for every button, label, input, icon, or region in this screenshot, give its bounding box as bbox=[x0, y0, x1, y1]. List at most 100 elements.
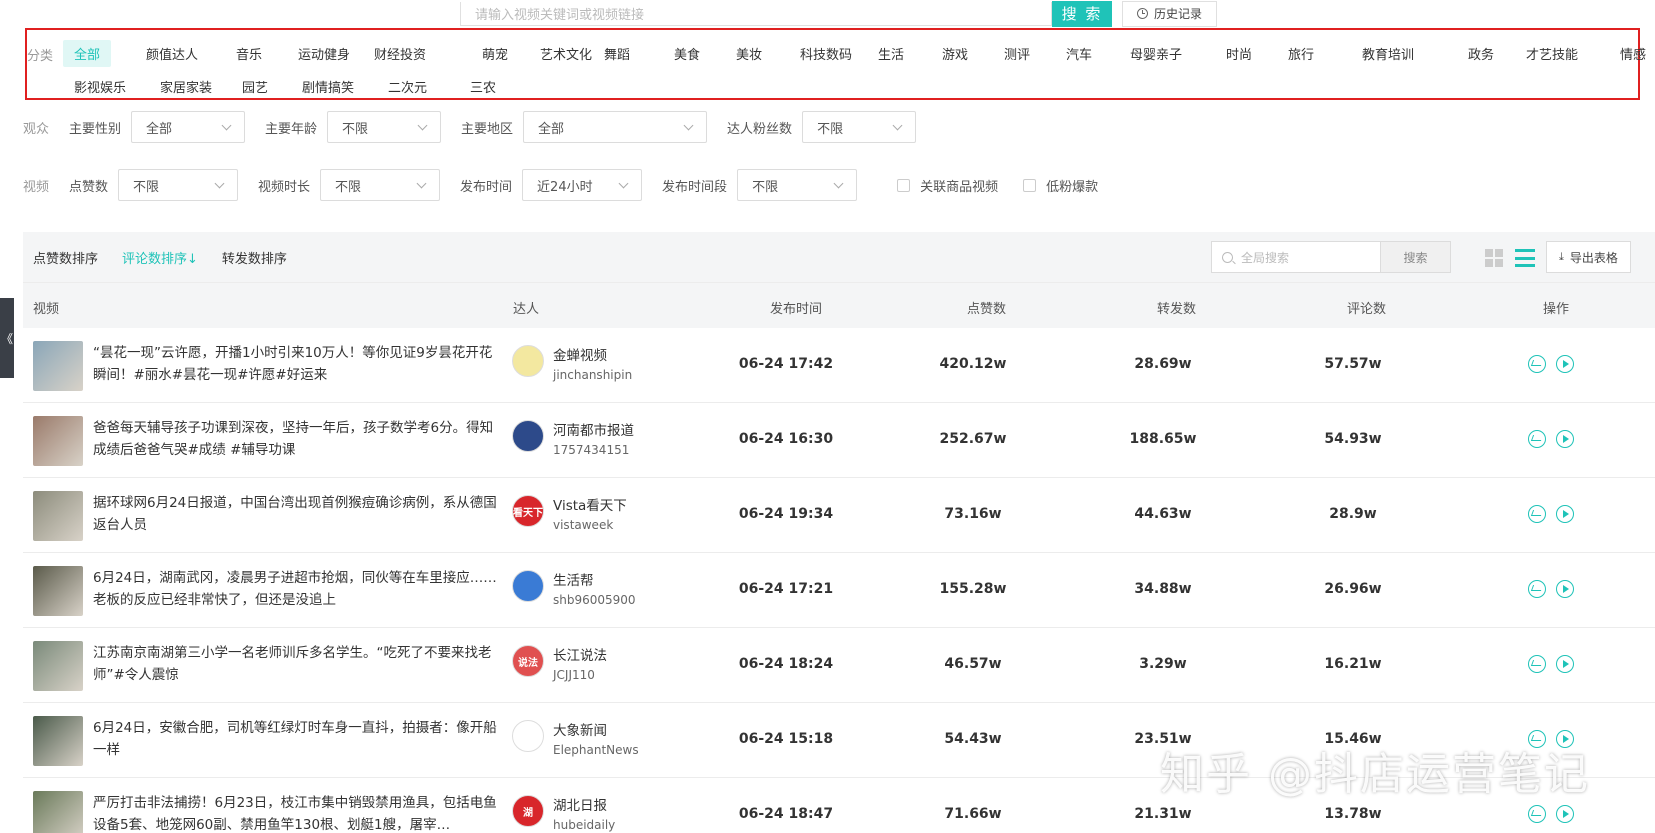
play-icon[interactable] bbox=[1556, 805, 1574, 823]
creator-avatar[interactable] bbox=[512, 420, 544, 452]
gender-select[interactable]: 全部 bbox=[131, 111, 246, 143]
low-fans-hit-label: 低粉爆款 bbox=[1046, 179, 1099, 195]
low-fans-hit-checkbox[interactable]: 低粉爆款 bbox=[1023, 176, 1098, 195]
video-title[interactable]: 6月24日，安徽合肥，司机等红绿灯时车身一直抖，拍摄者：像开船一样 bbox=[93, 717, 503, 761]
video-thumbnail[interactable] bbox=[33, 491, 83, 541]
cat2-item[interactable]: 剧情搞笑 bbox=[291, 73, 365, 100]
creator-avatar[interactable]: 说法 bbox=[512, 645, 544, 677]
creator-avatar[interactable] bbox=[512, 720, 544, 752]
cat1-item[interactable]: 测评 bbox=[993, 40, 1041, 67]
video-thumbnail[interactable] bbox=[33, 791, 83, 833]
cat1-item[interactable]: 艺术文化 bbox=[529, 40, 603, 67]
cat1-item[interactable]: 游戏 bbox=[931, 40, 979, 67]
video-title[interactable]: 据环球网6月24日报道，中国台湾出现首例猴痘确诊病例，系从德国返台人员 bbox=[93, 492, 503, 536]
cat1-item[interactable]: 舞蹈 bbox=[593, 40, 641, 67]
publish-period-select[interactable]: 不限 bbox=[737, 169, 858, 201]
cat1-item[interactable]: 音乐 bbox=[225, 40, 273, 67]
global-search-button[interactable]: 搜索 bbox=[1381, 241, 1451, 273]
cat1-item[interactable]: 母婴亲子 bbox=[1119, 40, 1193, 67]
video-title[interactable]: “昙花一现”云许愿，开播1小时引来10万人！等你见证9岁昙花开花瞬间！#丽水#昙… bbox=[93, 342, 503, 386]
cat2-item[interactable]: 园艺 bbox=[231, 73, 279, 100]
video-title[interactable]: 爸爸每天辅导孩子功课到深夜，坚持一年后，孩子数学考6分。得知成绩后爸爸气哭#成绩… bbox=[93, 417, 503, 461]
cat1-item[interactable]: 美食 bbox=[663, 40, 711, 67]
cat1-item[interactable]: 才艺技能 bbox=[1515, 40, 1589, 67]
cat1-item[interactable]: 全部 bbox=[63, 40, 112, 67]
cat1-item[interactable]: 教育培训 bbox=[1351, 40, 1425, 67]
global-search-input[interactable]: 全局搜索 bbox=[1211, 241, 1381, 273]
creator-name[interactable]: 长江说法 bbox=[553, 644, 607, 664]
cat1-item[interactable]: 生活 bbox=[867, 40, 915, 67]
video-title[interactable]: 江苏南京南湖第三小学一名老师训斥多名学生。“吃死了不要来找老师”#令人震惊 bbox=[93, 642, 503, 686]
trend-chart-icon[interactable] bbox=[1528, 505, 1546, 523]
creator-avatar[interactable] bbox=[512, 345, 544, 377]
likes-label: 点赞数 bbox=[69, 179, 109, 195]
play-icon[interactable] bbox=[1556, 655, 1574, 673]
cat1-item[interactable]: 萌宠 bbox=[471, 40, 519, 67]
video-thumbnail[interactable] bbox=[33, 416, 83, 466]
play-icon[interactable] bbox=[1556, 505, 1574, 523]
creator-name[interactable]: Vista看天下 bbox=[553, 494, 627, 514]
fans-select[interactable]: 不限 bbox=[802, 111, 917, 143]
side-collapse-tab[interactable]: 《 bbox=[0, 298, 14, 378]
list-view-icon[interactable] bbox=[1515, 249, 1535, 267]
cat1-item[interactable]: 时尚 bbox=[1215, 40, 1263, 67]
video-thumbnail[interactable] bbox=[33, 566, 83, 616]
cat2-item[interactable]: 三农 bbox=[459, 73, 507, 100]
video-search-input[interactable]: 请输入视频关键词或视频链接 bbox=[460, 1, 1052, 26]
table-row[interactable]: “昙花一现”云许愿，开播1小时引来10万人！等你见证9岁昙花开花瞬间！#丽水#昙… bbox=[23, 328, 1655, 403]
creator-name[interactable]: 湖北日报 bbox=[553, 794, 607, 814]
creator-avatar[interactable] bbox=[512, 570, 544, 602]
creator-avatar[interactable]: 湖 bbox=[512, 795, 544, 827]
trend-chart-icon[interactable] bbox=[1528, 580, 1546, 598]
creator-name[interactable]: 生活帮 bbox=[553, 569, 594, 589]
sort-likes[interactable]: 点赞数排序 bbox=[33, 248, 98, 267]
video-group-label: 视频 bbox=[23, 179, 50, 195]
export-button[interactable]: ⤓ 导出表格 bbox=[1546, 241, 1631, 273]
cat1-item[interactable]: 美妆 bbox=[725, 40, 773, 67]
region-select[interactable]: 全部 bbox=[523, 111, 708, 143]
history-button[interactable]: 历史记录 bbox=[1122, 0, 1218, 27]
play-icon[interactable] bbox=[1556, 355, 1574, 373]
search-button[interactable]: 搜 索 bbox=[1052, 0, 1112, 27]
cat2-item[interactable]: 家居家装 bbox=[149, 73, 223, 100]
cat1-item[interactable]: 财经投资 bbox=[363, 40, 437, 67]
table-row[interactable]: 爸爸每天辅导孩子功课到深夜，坚持一年后，孩子数学考6分。得知成绩后爸爸气哭#成绩… bbox=[23, 403, 1655, 478]
creator-avatar[interactable]: 看天下 bbox=[512, 495, 544, 527]
cat1-item[interactable]: 情感 bbox=[1609, 40, 1655, 67]
publish-time-select[interactable]: 近24小时 bbox=[522, 169, 643, 201]
cat1-item[interactable]: 政务 bbox=[1457, 40, 1505, 67]
video-title[interactable]: 严厉打击非法捕捞！6月23日，枝江市集中销毁禁用渔具，包括电鱼设备5套、地笼网6… bbox=[93, 792, 503, 833]
checkbox-icon bbox=[897, 178, 911, 192]
cat2-item[interactable]: 二次元 bbox=[377, 73, 438, 100]
sort-shares[interactable]: 转发数排序 bbox=[222, 248, 287, 267]
creator-name[interactable]: 金蝉视频 bbox=[553, 344, 607, 364]
creator-id: 1757434151 bbox=[553, 443, 630, 457]
creator-name[interactable]: 大象新闻 bbox=[553, 719, 607, 739]
video-thumbnail[interactable] bbox=[33, 641, 83, 691]
table-row[interactable]: 6月24日，湖南武冈，凌晨男子进超市抢烟，同伙等在车里接应……老板的反应已经非常… bbox=[23, 553, 1655, 628]
cat2-item[interactable]: 影视娱乐 bbox=[63, 73, 137, 100]
cat1-item[interactable]: 运动健身 bbox=[287, 40, 361, 67]
video-thumbnail[interactable] bbox=[33, 341, 83, 391]
duration-select[interactable]: 不限 bbox=[320, 169, 441, 201]
trend-chart-icon[interactable] bbox=[1528, 805, 1546, 823]
age-select[interactable]: 不限 bbox=[327, 111, 442, 143]
likes-select[interactable]: 不限 bbox=[118, 169, 239, 201]
creator-name[interactable]: 河南都市报道 bbox=[553, 419, 634, 439]
product-video-checkbox[interactable]: 关联商品视频 bbox=[897, 176, 998, 195]
video-title[interactable]: 6月24日，湖南武冈，凌晨男子进超市抢烟，同伙等在车里接应……老板的反应已经非常… bbox=[93, 567, 503, 611]
trend-chart-icon[interactable] bbox=[1528, 430, 1546, 448]
play-icon[interactable] bbox=[1556, 430, 1574, 448]
cat1-item[interactable]: 科技数码 bbox=[789, 40, 863, 67]
cat1-item[interactable]: 汽车 bbox=[1055, 40, 1103, 67]
grid-view-icon[interactable] bbox=[1485, 249, 1503, 267]
table-row[interactable]: 江苏南京南湖第三小学一名老师训斥多名学生。“吃死了不要来找老师”#令人震惊 说法 长… bbox=[23, 628, 1655, 703]
sort-comments[interactable]: 评论数排序↓ bbox=[122, 248, 198, 267]
cat1-item[interactable]: 旅行 bbox=[1277, 40, 1325, 67]
table-row[interactable]: 据环球网6月24日报道，中国台湾出现首例猴痘确诊病例，系从德国返台人员 看天下 Vi… bbox=[23, 478, 1655, 553]
trend-chart-icon[interactable] bbox=[1528, 355, 1546, 373]
video-thumbnail[interactable] bbox=[33, 716, 83, 766]
play-icon[interactable] bbox=[1556, 580, 1574, 598]
cat1-item[interactable]: 颜值达人 bbox=[135, 40, 209, 67]
trend-chart-icon[interactable] bbox=[1528, 655, 1546, 673]
